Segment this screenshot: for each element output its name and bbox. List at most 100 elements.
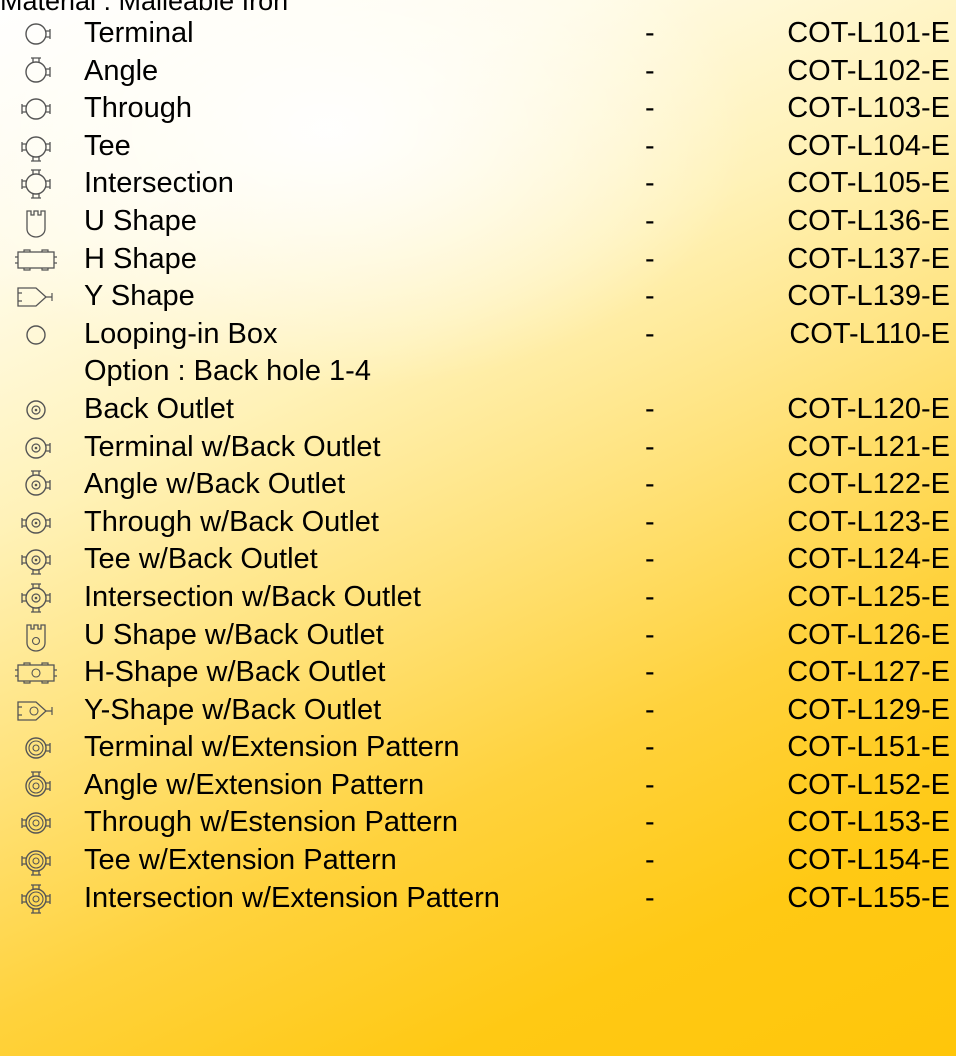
- product-code: COT-L155-E: [787, 881, 950, 914]
- product-code: COT-L152-E: [787, 768, 950, 801]
- h-shape-back-outlet-icon: [10, 656, 70, 690]
- product-name: U Shape: [84, 204, 197, 237]
- product-name: H-Shape w/Back Outlet: [84, 656, 386, 689]
- separator-dash: -: [645, 129, 655, 162]
- terminal-extension-icon: [10, 731, 70, 765]
- product-row: Looping-in Box - COT-L110-E: [0, 316, 956, 354]
- separator-dash: -: [645, 806, 655, 839]
- separator-dash: -: [645, 844, 655, 877]
- separator-dash: -: [645, 768, 655, 801]
- separator-dash: -: [645, 54, 655, 87]
- separator-dash: -: [645, 317, 655, 350]
- product-row: U Shape w/Back Outlet - COT-L126-E: [0, 617, 956, 655]
- product-row: Intersection - COT-L105-E: [0, 165, 956, 203]
- separator-dash: -: [645, 17, 655, 49]
- product-name: Tee w/Extension Pattern: [84, 844, 397, 877]
- product-row: Through w/Back Outlet - COT-L123-E: [0, 504, 956, 542]
- product-name: Intersection: [84, 167, 234, 200]
- product-row: Y Shape - COT-L139-E: [0, 278, 956, 316]
- product-row: Angle w/Back Outlet - COT-L122-E: [0, 466, 956, 504]
- product-code: COT-L104-E: [787, 129, 950, 162]
- product-code: COT-L129-E: [787, 693, 950, 726]
- product-code: COT-L136-E: [787, 204, 950, 237]
- looping-in-box-icon: [10, 318, 70, 352]
- product-name: Through w/Estension Pattern: [84, 806, 458, 839]
- product-name: Angle w/Back Outlet: [84, 468, 346, 501]
- product-code: COT-L122-E: [787, 468, 950, 501]
- product-row: Through w/Estension Pattern - COT-L153-E: [0, 804, 956, 842]
- product-code: COT-L126-E: [787, 618, 950, 651]
- separator-dash: -: [645, 505, 655, 538]
- product-code: COT-L125-E: [787, 580, 950, 613]
- product-name: Y Shape: [84, 280, 195, 313]
- product-name: Terminal w/Back Outlet: [84, 430, 381, 463]
- product-row: Terminal w/Back Outlet - COT-L121-E: [0, 429, 956, 467]
- tee-extension-icon: [10, 844, 70, 878]
- separator-dash: -: [645, 693, 655, 726]
- separator-dash: -: [645, 618, 655, 651]
- product-row: Terminal - COT-L101-E: [0, 15, 956, 53]
- product-code: COT-L127-E: [787, 656, 950, 689]
- product-name: Through w/Back Outlet: [84, 505, 379, 538]
- product-name: Terminal: [84, 17, 194, 49]
- product-row: Tee - COT-L104-E: [0, 128, 956, 166]
- product-list: Terminal - COT-L101-E Angle - COT-L102-E…: [0, 15, 956, 917]
- product-code: COT-L137-E: [787, 242, 950, 275]
- intersection-extension-icon: [10, 882, 70, 916]
- product-code: COT-L124-E: [787, 543, 950, 576]
- product-code: COT-L153-E: [787, 806, 950, 839]
- product-name: Tee w/Back Outlet: [84, 543, 318, 576]
- separator-dash: -: [645, 92, 655, 125]
- separator-dash: -: [645, 242, 655, 275]
- separator-dash: -: [645, 280, 655, 313]
- product-name: Through: [84, 92, 193, 125]
- product-name: Angle w/Extension Pattern: [84, 768, 425, 801]
- product-row: Y-Shape w/Back Outlet - COT-L129-E: [0, 692, 956, 730]
- separator-dash: -: [645, 167, 655, 200]
- product-name: Angle: [84, 54, 159, 87]
- through-extension-icon: [10, 806, 70, 840]
- product-code: COT-L110-E: [789, 317, 950, 350]
- material-heading: Material : Malleable Iron: [0, 0, 289, 16]
- product-row: H Shape - COT-L137-E: [0, 241, 956, 279]
- product-row: U Shape - COT-L136-E: [0, 203, 956, 241]
- product-row: Through - COT-L103-E: [0, 90, 956, 128]
- separator-dash: -: [645, 204, 655, 237]
- separator-dash: -: [645, 468, 655, 501]
- product-code: COT-L105-E: [787, 167, 950, 200]
- product-name: Intersection w/Back Outlet: [84, 580, 421, 613]
- tee-box-icon: [10, 130, 70, 164]
- product-row: H-Shape w/Back Outlet - COT-L127-E: [0, 654, 956, 692]
- product-name: U Shape w/Back Outlet: [84, 618, 384, 651]
- u-shape-back-outlet-icon: [10, 619, 70, 653]
- separator-dash: -: [645, 543, 655, 576]
- u-shape-box-icon: [10, 205, 70, 239]
- terminal-back-outlet-icon: [10, 431, 70, 465]
- through-box-icon: [10, 92, 70, 126]
- product-code: COT-L120-E: [787, 392, 950, 425]
- tee-back-outlet-icon: [10, 543, 70, 577]
- product-row: Intersection w/Back Outlet - COT-L125-E: [0, 579, 956, 617]
- separator-dash: -: [645, 580, 655, 613]
- y-shape-back-outlet-icon: [10, 694, 70, 728]
- product-code: COT-L123-E: [787, 505, 950, 538]
- product-code: COT-L121-E: [787, 430, 950, 463]
- product-code: COT-L103-E: [787, 92, 950, 125]
- separator-dash: -: [645, 656, 655, 689]
- product-row: Back Outlet - COT-L120-E: [0, 391, 956, 429]
- h-shape-box-icon: [10, 243, 70, 277]
- separator-dash: -: [645, 392, 655, 425]
- product-name: Intersection w/Extension Pattern: [84, 881, 500, 914]
- product-code: COT-L102-E: [787, 54, 950, 87]
- product-code: COT-L154-E: [787, 844, 950, 877]
- angle-box-icon: [10, 55, 70, 89]
- product-name: Looping-in Box: [84, 317, 278, 350]
- product-row: Angle w/Extension Pattern - COT-L152-E: [0, 767, 956, 805]
- angle-extension-icon: [10, 769, 70, 803]
- product-row: Tee w/Extension Pattern - COT-L154-E: [0, 842, 956, 880]
- intersection-box-icon: [10, 167, 70, 201]
- product-name: Terminal w/Extension Pattern: [84, 731, 460, 764]
- separator-dash: -: [645, 881, 655, 914]
- terminal-box-icon: [10, 17, 70, 51]
- separator-dash: -: [645, 430, 655, 463]
